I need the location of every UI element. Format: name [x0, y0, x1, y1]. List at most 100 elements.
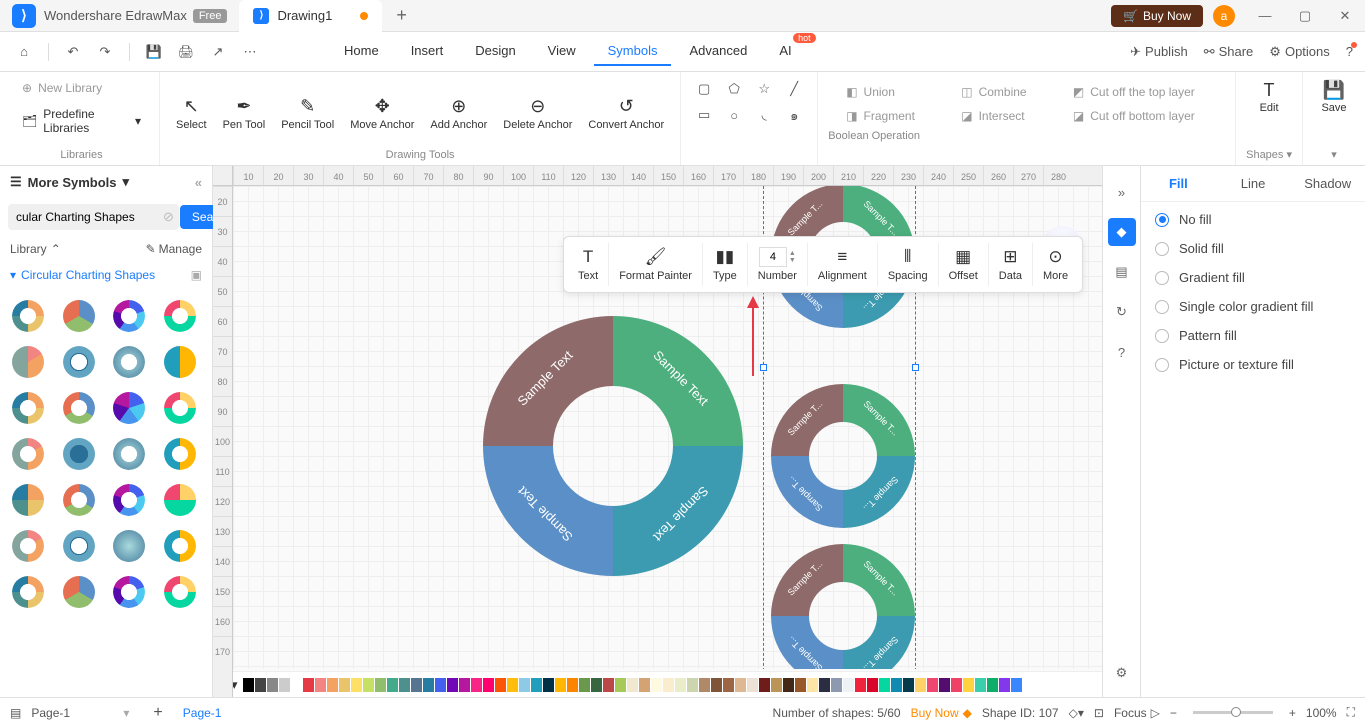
color-swatch[interactable] — [927, 678, 938, 692]
shape-thumbnail[interactable] — [109, 296, 149, 336]
convert-anchor-tool[interactable]: ↺Convert Anchor — [582, 95, 670, 133]
color-swatch[interactable] — [987, 678, 998, 692]
shapes-dd[interactable]: Shapes ▾ — [1246, 148, 1292, 163]
color-swatch[interactable] — [699, 678, 710, 692]
shape-thumbnail[interactable] — [109, 480, 149, 520]
color-swatch[interactable] — [855, 678, 866, 692]
page-dropdown[interactable]: Page-1 ▾ — [31, 706, 129, 720]
ctx-more[interactable]: ⊙More — [1033, 243, 1078, 286]
color-swatch[interactable] — [291, 678, 302, 692]
home-icon[interactable]: ⌂ — [12, 40, 36, 64]
shape-thumbnail[interactable] — [59, 480, 99, 520]
shape-thumbnail[interactable] — [160, 434, 200, 474]
shape-thumbnail[interactable] — [160, 296, 200, 336]
shape-thumbnail[interactable] — [109, 572, 149, 612]
color-swatch[interactable] — [807, 678, 818, 692]
color-swatch[interactable] — [831, 678, 842, 692]
shape-thumbnail[interactable] — [59, 388, 99, 428]
cut-bottom-button[interactable]: ◪Cut off bottom layer — [1065, 106, 1215, 126]
color-swatch[interactable] — [255, 678, 266, 692]
color-swatch[interactable] — [627, 678, 638, 692]
color-swatch[interactable] — [879, 678, 890, 692]
shape-thumbnail[interactable] — [8, 434, 48, 474]
shape-thumbnail[interactable] — [109, 388, 149, 428]
pencil-tool[interactable]: ✎Pencil Tool — [275, 95, 340, 133]
shape-thumbnail[interactable] — [8, 480, 48, 520]
color-swatch[interactable] — [423, 678, 434, 692]
color-swatch[interactable] — [651, 678, 662, 692]
color-swatch[interactable] — [771, 678, 782, 692]
stepper-down[interactable]: ▼ — [789, 257, 796, 264]
number-input[interactable] — [759, 247, 787, 267]
union-button[interactable]: ◧Union — [838, 82, 935, 102]
shape-thumbnail[interactable] — [109, 526, 149, 566]
ctx-text[interactable]: TText — [568, 243, 609, 286]
redo-icon[interactable]: ↷ — [93, 40, 117, 64]
fragment-button[interactable]: ◨Fragment — [838, 106, 935, 126]
zoom-in-button[interactable]: + — [1289, 706, 1296, 720]
color-swatch[interactable] — [747, 678, 758, 692]
color-swatch[interactable] — [867, 678, 878, 692]
color-swatch[interactable] — [903, 678, 914, 692]
color-swatch[interactable] — [351, 678, 362, 692]
add-tab-button[interactable]: + — [396, 5, 407, 26]
cut-top-button[interactable]: ◩Cut off the top layer — [1065, 82, 1215, 102]
expand-right-icon[interactable]: » — [1108, 178, 1136, 206]
color-swatch[interactable] — [471, 678, 482, 692]
page-panel-icon[interactable]: ▤ — [1108, 258, 1136, 286]
color-swatch[interactable] — [399, 678, 410, 692]
color-swatch[interactable] — [687, 678, 698, 692]
combine-button[interactable]: ◫Combine — [953, 82, 1047, 102]
color-swatch[interactable] — [543, 678, 554, 692]
shape-thumbnail[interactable] — [160, 572, 200, 612]
color-swatch[interactable] — [555, 678, 566, 692]
rect-tool[interactable]: ▢ — [691, 78, 717, 100]
color-swatch[interactable] — [567, 678, 578, 692]
save-icon[interactable]: 💾 — [142, 40, 166, 64]
color-swatch[interactable] — [1011, 678, 1022, 692]
spiral-tool[interactable]: ๑ — [781, 104, 807, 126]
tab-fill[interactable]: Fill — [1141, 166, 1216, 201]
clear-search-icon[interactable]: ⊘ — [163, 209, 174, 225]
maximize-button[interactable]: ▢ — [1285, 0, 1325, 32]
color-swatch[interactable] — [915, 678, 926, 692]
shape-thumbnail[interactable] — [8, 296, 48, 336]
new-library-button[interactable]: ⊕New Library — [14, 78, 110, 98]
add-page-button[interactable]: + — [153, 704, 162, 722]
color-swatch[interactable] — [939, 678, 950, 692]
layers-icon[interactable]: ◇▾ — [1069, 706, 1084, 720]
shape-thumbnail[interactable] — [59, 342, 99, 382]
ctx-alignment[interactable]: ≡Alignment — [808, 243, 878, 286]
fill-option[interactable]: Pattern fill — [1155, 328, 1351, 343]
menu-advanced[interactable]: Advanced — [675, 37, 761, 66]
document-tab[interactable]: ⟩ Drawing1 — [239, 0, 382, 32]
undo-icon[interactable]: ↶ — [61, 40, 85, 64]
edit-button[interactable]: TEdit — [1248, 78, 1290, 116]
tab-shadow[interactable]: Shadow — [1290, 166, 1365, 201]
color-swatch[interactable] — [951, 678, 962, 692]
ctx-format-painter[interactable]: 🖌Format Painter — [609, 243, 703, 286]
history-panel-icon[interactable]: ↻ — [1108, 298, 1136, 326]
color-swatch[interactable] — [315, 678, 326, 692]
status-buy-now[interactable]: Buy Now ◆ — [911, 706, 972, 720]
manage-button[interactable]: ✎Manage — [146, 242, 202, 256]
color-swatch[interactable] — [735, 678, 746, 692]
shape-thumbnail[interactable] — [8, 342, 48, 382]
more-symbols-header[interactable]: ☰ More Symbols ▾ « — [0, 166, 212, 198]
color-swatch[interactable] — [843, 678, 854, 692]
add-anchor-tool[interactable]: ⊕Add Anchor — [424, 95, 493, 133]
color-swatch[interactable] — [819, 678, 830, 692]
shape-search-input[interactable] — [8, 204, 179, 230]
share-button[interactable]: ⚯Share — [1204, 44, 1254, 60]
color-swatch[interactable] — [363, 678, 374, 692]
ctx-data[interactable]: ⊞Data — [989, 243, 1033, 286]
fill-option[interactable]: Single color gradient fill — [1155, 299, 1351, 314]
library-collapse-icon[interactable]: ⌃ — [51, 242, 61, 256]
category-detail-icon[interactable]: ▣ — [191, 268, 202, 282]
ctx-number[interactable]: ▲▼ Number — [748, 243, 808, 286]
color-swatch[interactable] — [387, 678, 398, 692]
shape-thumbnail[interactable] — [160, 526, 200, 566]
save-button[interactable]: 💾Save — [1313, 78, 1355, 116]
line-tool[interactable]: ╱ — [781, 78, 807, 100]
color-swatch[interactable] — [663, 678, 674, 692]
